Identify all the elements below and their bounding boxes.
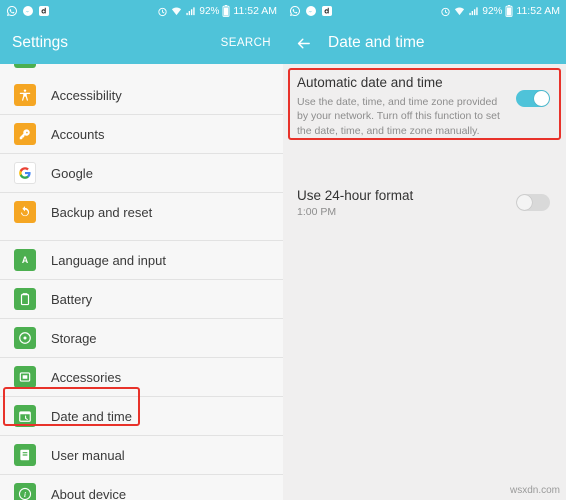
date-time-icon <box>14 405 36 427</box>
sidebar-item-label: User manual <box>51 447 125 463</box>
messenger-icon <box>22 5 34 17</box>
automatic-date-time-title: Automatic date and time <box>297 75 443 90</box>
sidebar-item-accounts[interactable]: Accounts <box>0 115 283 153</box>
dailymotion-icon <box>38 5 50 17</box>
accessories-icon <box>14 366 36 388</box>
battery-settings-icon <box>14 288 36 310</box>
left-status-bar: 92% 11:52 AM <box>0 0 283 22</box>
sidebar-item-storage[interactable]: Storage <box>0 319 283 357</box>
sidebar-item-language-and-input[interactable]: A Language and input <box>0 241 283 279</box>
about-device-icon: i <box>14 483 36 500</box>
signal-icon <box>468 6 479 17</box>
status-system-icons: 92% 11:52 AM <box>157 5 277 17</box>
page-title: Date and time <box>328 34 425 51</box>
battery-icon <box>505 5 513 17</box>
alarm-icon <box>440 6 451 17</box>
date-time-settings-body: Automatic date and time Use the date, ti… <box>283 64 566 500</box>
back-arrow-icon[interactable] <box>295 35 312 52</box>
screenshot-root: 92% 11:52 AM Settings SEARCH Accessibili… <box>0 0 566 500</box>
svg-text:A: A <box>22 255 29 265</box>
sidebar-item-label: Google <box>51 165 93 181</box>
sidebar-item-google[interactable]: Google <box>0 154 283 192</box>
page-title: Settings <box>12 34 69 51</box>
use-24-hour-format-toggle[interactable] <box>516 194 550 212</box>
key-icon <box>14 123 36 145</box>
storage-icon <box>14 327 36 349</box>
sidebar-item-backup-and-reset[interactable]: Backup and reset <box>0 193 283 231</box>
accessibility-icon <box>14 84 36 106</box>
use-24-hour-format-value: 1:00 PM <box>297 206 337 219</box>
sidebar-item-user-manual[interactable]: User manual <box>0 436 283 474</box>
whatsapp-icon <box>6 5 18 17</box>
sidebar-item-label: About device <box>51 486 127 500</box>
signal-icon <box>185 6 196 17</box>
toggle-knob <box>534 91 549 106</box>
sidebar-item-date-and-time[interactable]: Date and time <box>0 397 283 435</box>
battery-percent-label: 92% <box>199 5 220 17</box>
sidebar-item-accessibility[interactable]: Accessibility <box>0 76 283 114</box>
sidebar-item-battery[interactable]: Battery <box>0 280 283 318</box>
language-icon: A <box>14 249 36 271</box>
toggle-knob <box>517 195 532 211</box>
battery-percent-label: 92% <box>482 5 503 17</box>
alarm-icon <box>157 6 168 17</box>
sidebar-item-label: Accounts <box>51 126 105 142</box>
search-button[interactable]: SEARCH <box>221 37 271 49</box>
status-notification-icons <box>289 5 333 17</box>
wifi-icon <box>454 6 465 17</box>
whatsapp-icon <box>289 5 301 17</box>
right-status-bar: 92% 11:52 AM <box>283 0 566 22</box>
sidebar-item-label: Storage <box>51 330 97 346</box>
sidebar-item-accessories[interactable]: Accessories <box>0 358 283 396</box>
settings-list[interactable]: Accessibility Accounts Google Backup and… <box>0 64 283 500</box>
watermark: wsxdn.com <box>509 485 560 496</box>
user-manual-icon <box>14 444 36 466</box>
backup-icon <box>14 201 36 223</box>
sidebar-item-label: Accessibility <box>51 87 122 103</box>
scroll-clipped-row <box>0 64 283 76</box>
sidebar-item-label: Battery <box>51 291 93 307</box>
dailymotion-icon <box>321 5 333 17</box>
status-system-icons: 92% 11:52 AM <box>440 5 560 17</box>
sidebar-item-about-device[interactable]: i About device <box>0 475 283 500</box>
sidebar-item-label: Accessories <box>51 369 122 385</box>
use-24-hour-format-row[interactable]: Use 24-hour format 1:00 PM <box>283 174 566 232</box>
section-gap <box>0 231 283 240</box>
left-app-bar: Settings SEARCH <box>0 22 283 64</box>
automatic-date-time-row[interactable]: Automatic date and time Use the date, ti… <box>283 64 566 151</box>
sidebar-item-label: Language and input <box>51 252 166 268</box>
google-icon <box>14 162 36 184</box>
sidebar-item-label: Date and time <box>51 408 132 424</box>
sidebar-item-label: Backup and reset <box>51 204 153 220</box>
battery-icon <box>222 5 230 17</box>
right-app-bar: Date and time <box>283 22 566 64</box>
use-24-hour-format-title: Use 24-hour format <box>297 188 414 204</box>
clipped-icon <box>14 64 36 68</box>
status-time: 11:52 AM <box>516 5 560 17</box>
automatic-date-time-description: Use the date, time, and time zone provid… <box>297 96 500 137</box>
left-phone-screen: 92% 11:52 AM Settings SEARCH Accessibili… <box>0 0 283 500</box>
wifi-icon <box>171 6 182 17</box>
status-time: 11:52 AM <box>233 5 277 17</box>
right-phone-screen: 92% 11:52 AM Date and time Automatic dat… <box>283 0 566 500</box>
automatic-date-time-toggle[interactable] <box>516 90 550 107</box>
status-notification-icons <box>6 5 50 17</box>
messenger-icon <box>305 5 317 17</box>
svg-text:i: i <box>24 491 26 499</box>
